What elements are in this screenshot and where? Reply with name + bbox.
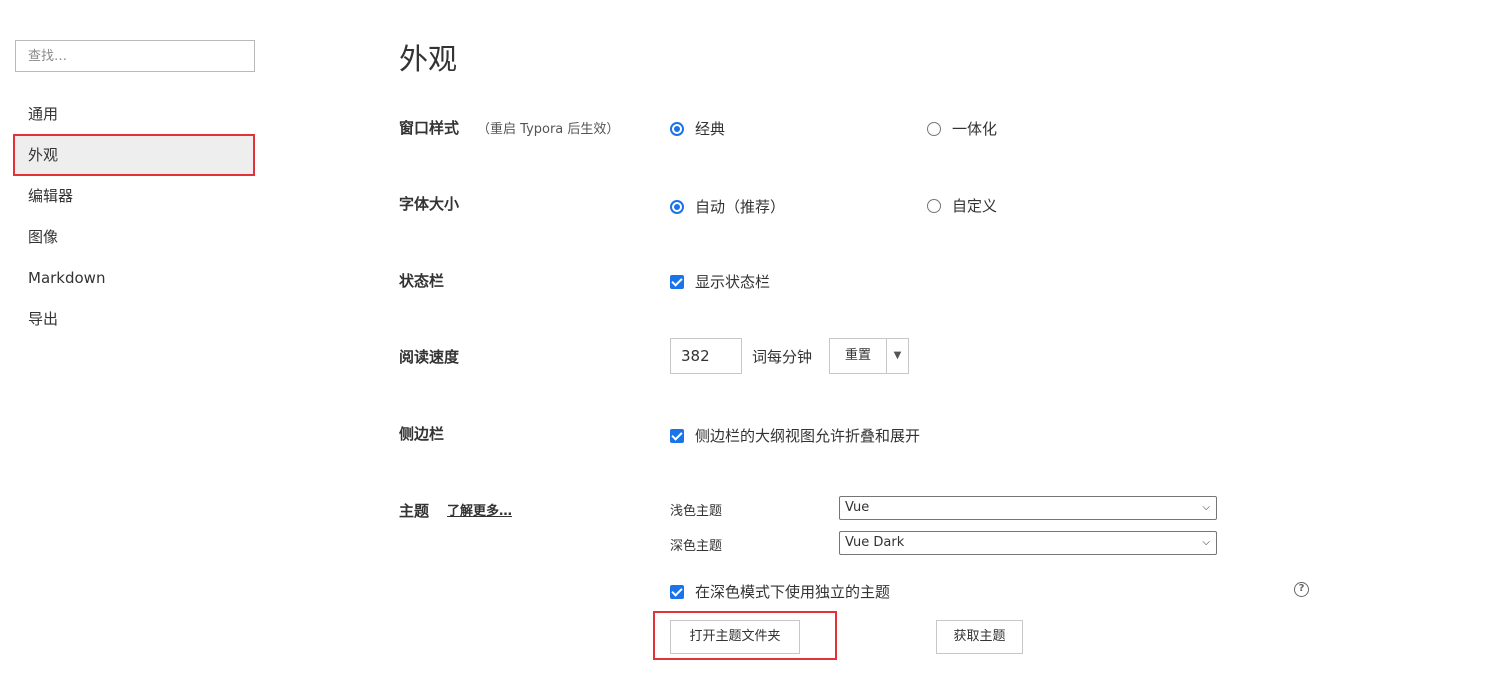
- checkbox-checked-icon[interactable]: [670, 428, 684, 443]
- font-size-auto-label: 自动（推荐）: [695, 198, 786, 216]
- theme-label: 主题: [399, 502, 430, 520]
- window-style-label: 窗口样式 （重启 Typora 后生效）: [399, 117, 619, 138]
- radio-selected-icon[interactable]: [670, 121, 684, 136]
- search-input[interactable]: [15, 40, 255, 72]
- separate-dark-theme-label: 在深色模式下使用独立的主题: [695, 583, 891, 601]
- status-bar-label: 状态栏: [399, 272, 445, 290]
- font-size-custom-label: 自定义: [952, 197, 998, 215]
- get-themes-button[interactable]: 获取主题: [936, 620, 1023, 654]
- window-style-note: （重启 Typora 后生效）: [477, 122, 620, 137]
- dark-theme-label: 深色主题: [670, 539, 723, 554]
- window-style-classic-option[interactable]: 经典: [670, 118, 725, 139]
- window-style-unibody-label: 一体化: [952, 120, 998, 138]
- open-theme-folder-button[interactable]: 打开主题文件夹: [670, 620, 800, 654]
- radio-selected-icon[interactable]: [670, 199, 684, 214]
- page-title: 外观: [399, 42, 458, 76]
- question-circle-icon[interactable]: ?: [1294, 582, 1309, 597]
- chevron-down-icon: ⌵: [1202, 502, 1210, 513]
- font-size-label: 字体大小: [399, 195, 460, 213]
- checkbox-checked-icon[interactable]: [670, 274, 684, 289]
- light-theme-label: 浅色主题: [670, 504, 723, 519]
- reading-speed-unit: 词每分钟: [752, 348, 813, 366]
- settings-nav: 通用 外观 编辑器 图像 Markdown 导出: [13, 94, 255, 340]
- chevron-down-icon: ⌵: [1202, 537, 1210, 548]
- radio-unselected-icon[interactable]: [927, 121, 941, 136]
- reset-split-button: 重置 ▼: [829, 338, 909, 374]
- sidebar-item-export[interactable]: 导出: [14, 299, 254, 339]
- sidebar-item-appearance[interactable]: 外观: [13, 134, 255, 176]
- reset-button[interactable]: 重置: [830, 339, 887, 373]
- learn-more-link[interactable]: 了解更多…: [447, 500, 512, 519]
- sidebar-setting-label: 侧边栏: [399, 425, 445, 443]
- window-style-title: 窗口样式: [399, 119, 460, 137]
- sidebar-item-editor[interactable]: 编辑器: [14, 176, 254, 216]
- dark-theme-select[interactable]: Vue Dark ⌵: [839, 531, 1217, 555]
- show-status-bar-option[interactable]: 显示状态栏: [670, 271, 770, 292]
- separate-dark-theme-option[interactable]: 在深色模式下使用独立的主题: [670, 581, 890, 602]
- show-status-bar-label: 显示状态栏: [695, 273, 771, 291]
- window-style-unibody-option[interactable]: 一体化: [927, 118, 997, 139]
- light-theme-select[interactable]: Vue ⌵: [839, 496, 1217, 520]
- font-size-auto-option[interactable]: 自动（推荐）: [670, 196, 785, 217]
- sidebar-item-markdown[interactable]: Markdown: [14, 258, 254, 298]
- caret-down-icon[interactable]: ▼: [887, 339, 908, 373]
- reading-speed-label: 阅读速度: [399, 348, 460, 366]
- outline-collapse-option[interactable]: 侧边栏的大纲视图允许折叠和展开: [670, 425, 920, 446]
- outline-collapse-label: 侧边栏的大纲视图允许折叠和展开: [695, 427, 921, 445]
- reading-speed-input[interactable]: [670, 338, 742, 374]
- sidebar-item-image[interactable]: 图像: [14, 217, 254, 257]
- dark-theme-value: Vue Dark: [845, 535, 905, 550]
- checkbox-checked-icon[interactable]: [670, 584, 684, 599]
- radio-unselected-icon[interactable]: [927, 198, 941, 213]
- sidebar-item-general[interactable]: 通用: [14, 94, 254, 134]
- font-size-custom-option[interactable]: 自定义: [927, 195, 997, 216]
- light-theme-value: Vue: [845, 500, 870, 515]
- window-style-classic-label: 经典: [695, 120, 726, 138]
